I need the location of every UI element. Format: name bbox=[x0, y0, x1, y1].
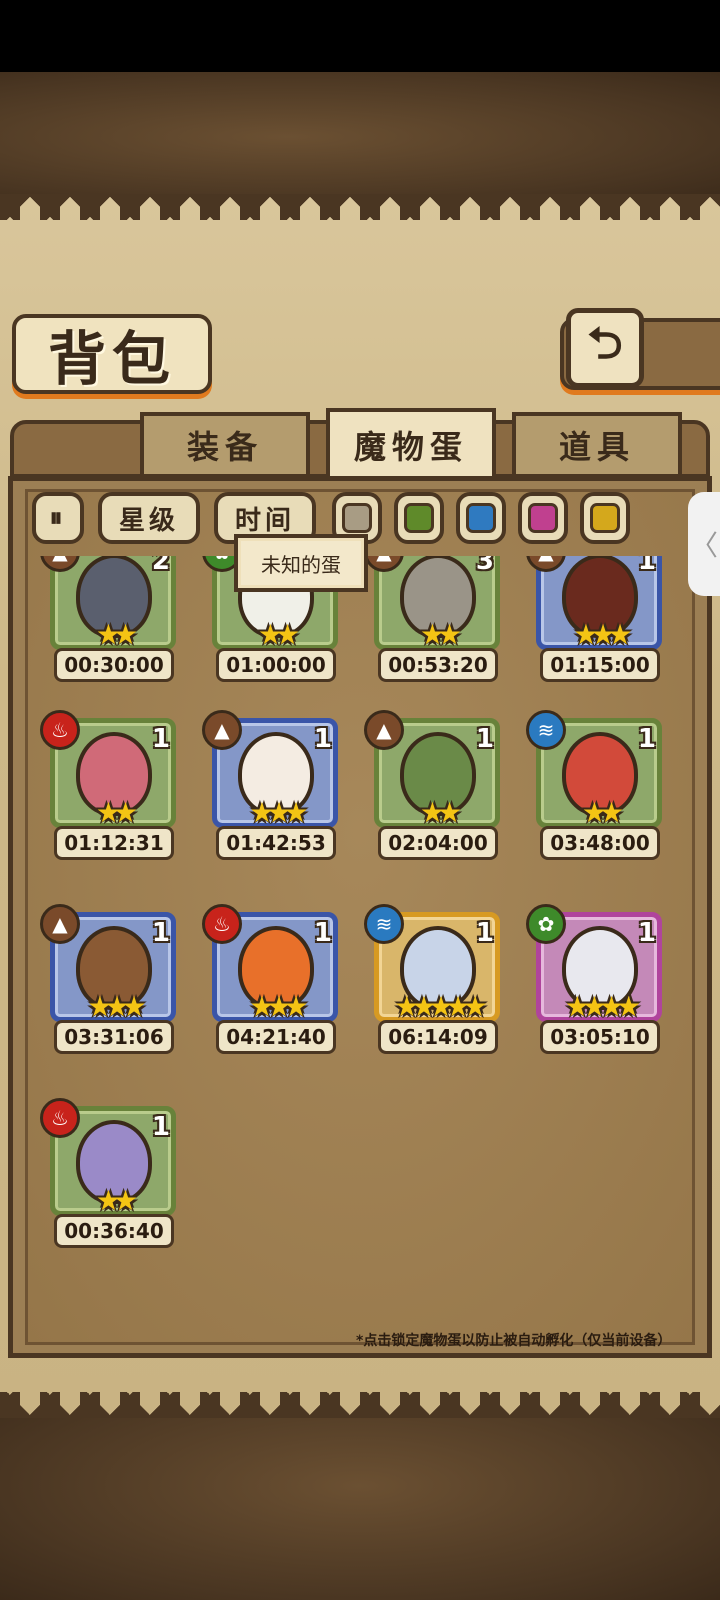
fire-element-icon: ♨ bbox=[202, 904, 242, 944]
egg-count: 3 bbox=[475, 556, 494, 576]
egg-count: 1 bbox=[475, 918, 494, 948]
star-rating: ★★ bbox=[419, 796, 462, 829]
earth-element-icon: ▲ bbox=[40, 904, 80, 944]
egg-count: 1 bbox=[475, 724, 494, 754]
page-title-plate: 背包 bbox=[12, 314, 212, 394]
tab-label: 装备 bbox=[186, 428, 263, 466]
egg-grid: ▲ 2 ★★ 00:30:00 ✿ ★★ 01:00:00 ▲ 3 ★★ 00:… bbox=[30, 556, 686, 1316]
star-rating: ★★★ bbox=[249, 796, 308, 829]
back-button[interactable]: ⮌ bbox=[566, 308, 644, 388]
star-rating: ★★ bbox=[419, 618, 462, 651]
egg-count: 1 bbox=[313, 724, 332, 754]
water-element-icon: ≋ bbox=[526, 710, 566, 750]
filter-purple-button[interactable] bbox=[518, 492, 568, 544]
hatch-timer: 03:05:10 bbox=[540, 1020, 660, 1054]
lock-hint-note: *点击锁定魔物蛋以防止被自动孵化（仅当前设备） bbox=[356, 1333, 672, 1349]
water-element-icon: ≋ bbox=[364, 904, 404, 944]
egg-card[interactable]: ♨ 1 ★★ 00:36:40 bbox=[40, 1098, 178, 1252]
purple-swatch bbox=[528, 503, 558, 533]
egg-count: 1 bbox=[637, 724, 656, 754]
egg-card[interactable]: ≋ 1 ★★★★★ 06:14:09 bbox=[364, 904, 502, 1058]
tab-equipment[interactable]: 装备 bbox=[140, 412, 310, 478]
filter-green-button[interactable] bbox=[394, 492, 444, 544]
egg-card[interactable]: ▲ 1 ★★ 02:04:00 bbox=[364, 710, 502, 864]
sort-by-time-label: 时间 bbox=[234, 505, 295, 536]
star-rating: ★★★ bbox=[87, 990, 146, 1023]
star-rating: ★★★★ bbox=[564, 990, 641, 1023]
fire-element-icon: ♨ bbox=[40, 710, 80, 750]
egg-count: 1 bbox=[151, 724, 170, 754]
star-rating: ★★★★★ bbox=[394, 990, 488, 1023]
egg-card[interactable]: ▲ 1 ★★★ 01:15:00 bbox=[526, 556, 664, 686]
sort-by-star-button[interactable]: 星级 bbox=[98, 492, 200, 544]
egg-card[interactable]: ▲ 1 ★★★ 01:42:53 bbox=[202, 710, 340, 864]
star-rating: ★★ bbox=[95, 796, 138, 829]
egg-card[interactable]: ▲ 3 ★★ 00:53:20 bbox=[364, 556, 502, 686]
hatch-timer: 04:21:40 bbox=[216, 1020, 336, 1054]
status-bar bbox=[0, 0, 720, 72]
sort-by-star-label: 星级 bbox=[118, 505, 179, 536]
hatch-timer: 00:36:40 bbox=[54, 1214, 174, 1248]
hatch-timer: 06:14:09 bbox=[378, 1020, 498, 1054]
fire-element-icon: ♨ bbox=[40, 1098, 80, 1138]
star-rating: ★★★ bbox=[573, 618, 632, 651]
sort-toggle-button[interactable]: ⏸ bbox=[32, 492, 84, 544]
back-icon: ⮌ bbox=[587, 317, 623, 369]
hatch-timer: 01:00:00 bbox=[216, 648, 336, 682]
egg-card[interactable]: ✿ 1 ★★★★ 03:05:10 bbox=[526, 904, 664, 1058]
egg-card[interactable]: ♨ 1 ★★ 01:12:31 bbox=[40, 710, 178, 864]
hatch-timer: 02:04:00 bbox=[378, 826, 498, 860]
page-title: 背包 bbox=[47, 325, 176, 393]
star-rating: ★★ bbox=[95, 1184, 138, 1217]
filter-gold-button[interactable] bbox=[580, 492, 630, 544]
sort-icon: ⏸ bbox=[49, 502, 67, 533]
egg-count: 1 bbox=[637, 556, 656, 576]
hatch-timer: 00:53:20 bbox=[378, 648, 498, 682]
hatch-timer: 01:15:00 bbox=[540, 648, 660, 682]
tab-label: 魔物蛋 bbox=[353, 428, 468, 466]
egg-count: 1 bbox=[637, 918, 656, 948]
star-rating: ★★ bbox=[95, 618, 138, 651]
wood-element-icon: ✿ bbox=[526, 904, 566, 944]
tab-monster-eggs[interactable]: 魔物蛋 bbox=[326, 408, 496, 482]
egg-card[interactable]: ≋ 1 ★★ 03:48:00 bbox=[526, 710, 664, 864]
star-rating: ★★ bbox=[581, 796, 624, 829]
background-bottom bbox=[0, 1410, 720, 1600]
star-rating: ★★ bbox=[257, 618, 300, 651]
hatch-timer: 01:42:53 bbox=[216, 826, 336, 860]
egg-count: 1 bbox=[313, 918, 332, 948]
gray-swatch bbox=[342, 503, 372, 533]
side-drawer-handle[interactable]: 〈 bbox=[688, 492, 720, 596]
egg-tooltip: 未知的蛋 bbox=[234, 534, 368, 592]
egg-card[interactable]: ▲ 2 ★★ 00:30:00 bbox=[40, 556, 178, 686]
filter-blue-button[interactable] bbox=[456, 492, 506, 544]
egg-count: 1 bbox=[151, 918, 170, 948]
hatch-timer: 01:12:31 bbox=[54, 826, 174, 860]
hatch-timer: 03:31:06 bbox=[54, 1020, 174, 1054]
star-rating: ★★★ bbox=[249, 990, 308, 1023]
chevron-left-icon: 〈 bbox=[689, 529, 718, 562]
hatch-timer: 03:48:00 bbox=[540, 826, 660, 860]
earth-element-icon: ▲ bbox=[202, 710, 242, 750]
egg-count: 2 bbox=[151, 556, 170, 576]
hatch-timer: 00:30:00 bbox=[54, 648, 174, 682]
egg-card[interactable]: ▲ 1 ★★★ 03:31:06 bbox=[40, 904, 178, 1058]
gold-swatch bbox=[590, 503, 620, 533]
tab-label: 道具 bbox=[558, 428, 635, 466]
egg-card[interactable]: ♨ 1 ★★★ 04:21:40 bbox=[202, 904, 340, 1058]
blue-swatch bbox=[466, 503, 496, 533]
earth-element-icon: ▲ bbox=[364, 710, 404, 750]
tab-items[interactable]: 道具 bbox=[512, 412, 682, 478]
egg-count: 1 bbox=[151, 1112, 170, 1142]
green-swatch bbox=[404, 503, 434, 533]
background-top bbox=[0, 72, 720, 202]
